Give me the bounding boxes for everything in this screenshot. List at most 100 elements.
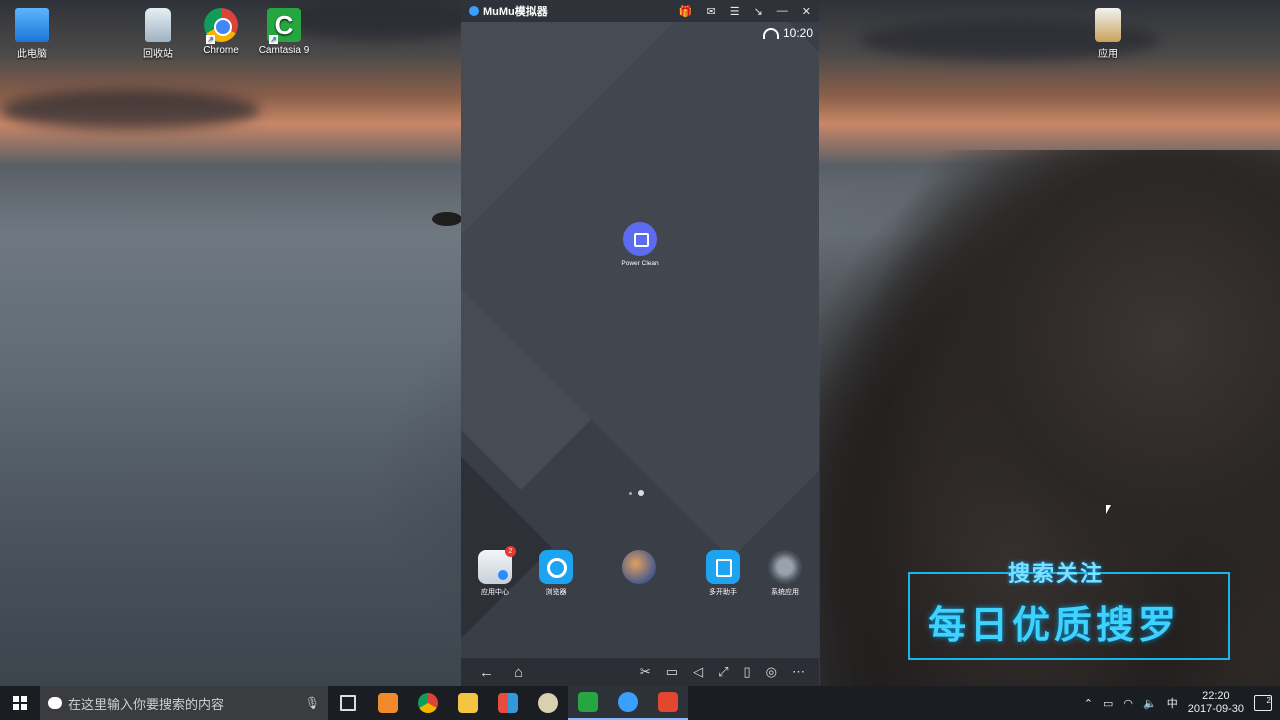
page-indicator [629,490,644,496]
dock-app-system-apps[interactable]: 系统应用 [757,550,813,597]
taskbar-app-weibo[interactable] [368,686,408,720]
taskbar-app-camtasia-recorder[interactable] [648,686,688,720]
taskbar-app-camtasia[interactable] [568,686,608,720]
taskbar-app-player[interactable] [528,686,568,720]
game-icon [622,550,656,584]
camtasia-recorder-icon [658,692,678,712]
gift-icon[interactable]: 🎁 [679,5,693,18]
office-icon [498,693,518,713]
status-time: 10:20 [782,26,813,40]
page-dot-active [638,490,644,496]
media-player-icon [538,693,558,713]
power-clean-icon [623,222,657,256]
app-label: Power Clean [621,260,659,267]
desktop-icon-label: 回收站 [143,49,173,60]
back-button-icon[interactable]: ← [479,664,494,681]
shortcut-arrow-icon: ↗ [206,35,215,44]
app-folder-icon [1095,8,1121,42]
android-status-bar: 10:20 [762,26,813,40]
dock-app-browser[interactable]: 浏览器 [528,550,584,597]
battery-icon[interactable]: ▭ [1103,697,1113,710]
location-icon[interactable]: ◎ [766,664,777,680]
action-center-icon[interactable]: 2 [1254,695,1272,711]
task-view-button[interactable] [328,686,368,720]
notification-count: 2 [1266,696,1271,705]
mumu-logo-icon [469,6,479,16]
network-icon[interactable]: ◠ [1123,697,1133,710]
emulator-brand: MuMu模拟器 [483,6,548,18]
camtasia-icon: ↗ [267,8,301,44]
wifi-icon [762,27,779,39]
clock-date: 2017-09-30 [1187,703,1244,715]
shrink-icon[interactable]: ↘ [754,5,763,18]
recycle-bin-icon [145,8,171,42]
dock-app-label: 应用中心 [481,589,509,596]
promo-main-text: 每日优质搜罗 [928,605,1181,647]
search-placeholder: 在这里输入你要搜索的内容 [68,696,225,712]
computer-icon [15,8,49,42]
desktop-icon-camtasia[interactable]: ↗ Camtasia 9 [252,8,316,56]
page-dot [629,491,632,495]
taskbar-search-box[interactable]: 在这里输入你要搜索的内容 🎙 [40,686,328,720]
desktop-icon-recycle-bin[interactable]: 回收站 [126,8,190,60]
close-icon[interactable]: ✕ [802,5,811,18]
fullscreen-icon[interactable]: ⤢ [718,664,728,680]
file-explorer-icon [458,693,478,713]
desktop-icon-label: Camtasia 9 [258,45,310,56]
shortcut-arrow-icon: ↗ [269,35,278,44]
power-clean-app[interactable]: Power Clean [616,222,664,267]
desktop-icon-label: 此电脑 [17,49,47,60]
dock-app-app-center[interactable]: 2 应用中心 [467,546,523,597]
android-home-screen[interactable]: 10:20 Power Clean 2 应用中心 浏览器 多开助手 系统应用 [461,22,819,658]
folder-icon[interactable]: ▭ [666,664,678,680]
app-center-icon: 2 [478,546,516,584]
emulator-toolbar: ← ⌂ ✂ ▭ ◁ ⤢ ▯ ◎ ⋯ [461,658,819,686]
task-view-icon [340,695,356,711]
dock-app-game[interactable] [611,550,667,587]
speaker-icon[interactable]: 🔈 [1143,697,1157,710]
camtasia-icon [578,692,598,712]
promo-overlay: 搜索关注 每日优质搜罗 [908,550,1230,660]
dock-app-label: 多开助手 [709,589,737,596]
rotate-icon[interactable]: ▯ [744,664,751,680]
minimize-icon[interactable]: — [777,5,788,18]
windows-taskbar: 在这里输入你要搜索的内容 🎙 ⌃ ▭ ◠ 🔈 中 22:20 2017-09-3… [0,686,1280,720]
dock-app-label: 浏览器 [545,589,567,596]
home-button-icon[interactable]: ⌂ [514,664,523,681]
menu-icon[interactable]: ☰ [730,5,740,18]
volume-icon[interactable]: ◁ [693,664,703,680]
taskbar-app-office[interactable] [488,686,528,720]
taskbar-app-chrome[interactable] [408,686,448,720]
chrome-icon [418,693,438,713]
taskbar-app-explorer[interactable] [448,686,488,720]
input-language[interactable]: 中 [1167,695,1178,711]
desktop-icon-label: 应用 [1098,49,1118,60]
windows-logo-icon [13,696,27,710]
mail-icon[interactable]: ✉ [706,5,715,18]
show-hidden-icons-icon[interactable]: ⌃ [1084,697,1093,710]
notification-badge: 2 [505,546,516,557]
emulator-title-bar[interactable]: MuMu模拟器 🎁 ✉ ☰ ↘ — ✕ [461,0,819,22]
browser-icon [539,550,573,584]
start-button[interactable] [0,686,40,720]
desktop-icon-chrome[interactable]: ↗ Chrome [189,8,253,56]
weibo-icon [378,693,398,713]
desktop-icon-this-pc[interactable]: 此电脑 [0,8,64,60]
system-apps-icon [768,550,802,584]
taskbar-app-mumu[interactable] [608,686,648,720]
microphone-icon[interactable]: 🎙 [305,696,320,710]
chrome-icon: ↗ [204,8,238,44]
taskbar-clock[interactable]: 22:20 2017-09-30 [1188,690,1244,716]
promo-top-text: 搜索关注 [1008,561,1105,586]
sea-rock [432,212,462,226]
screenshot-icon[interactable]: ✂ [640,664,651,680]
cortana-icon [48,697,62,709]
android-dock: 2 应用中心 浏览器 多开助手 系统应用 [461,546,819,610]
mumu-icon [618,692,638,712]
more-icon[interactable]: ⋯ [792,664,805,680]
dock-app-multi-instance[interactable]: 多开助手 [695,550,751,597]
mouse-cursor-icon [1106,505,1111,514]
desktop-icon-apps[interactable]: 应用 [1076,8,1140,60]
mumu-emulator-window[interactable]: MuMu模拟器 🎁 ✉ ☰ ↘ — ✕ 10:20 Power Clean 2 … [461,0,819,686]
desktop-icon-label: Chrome [203,45,239,56]
